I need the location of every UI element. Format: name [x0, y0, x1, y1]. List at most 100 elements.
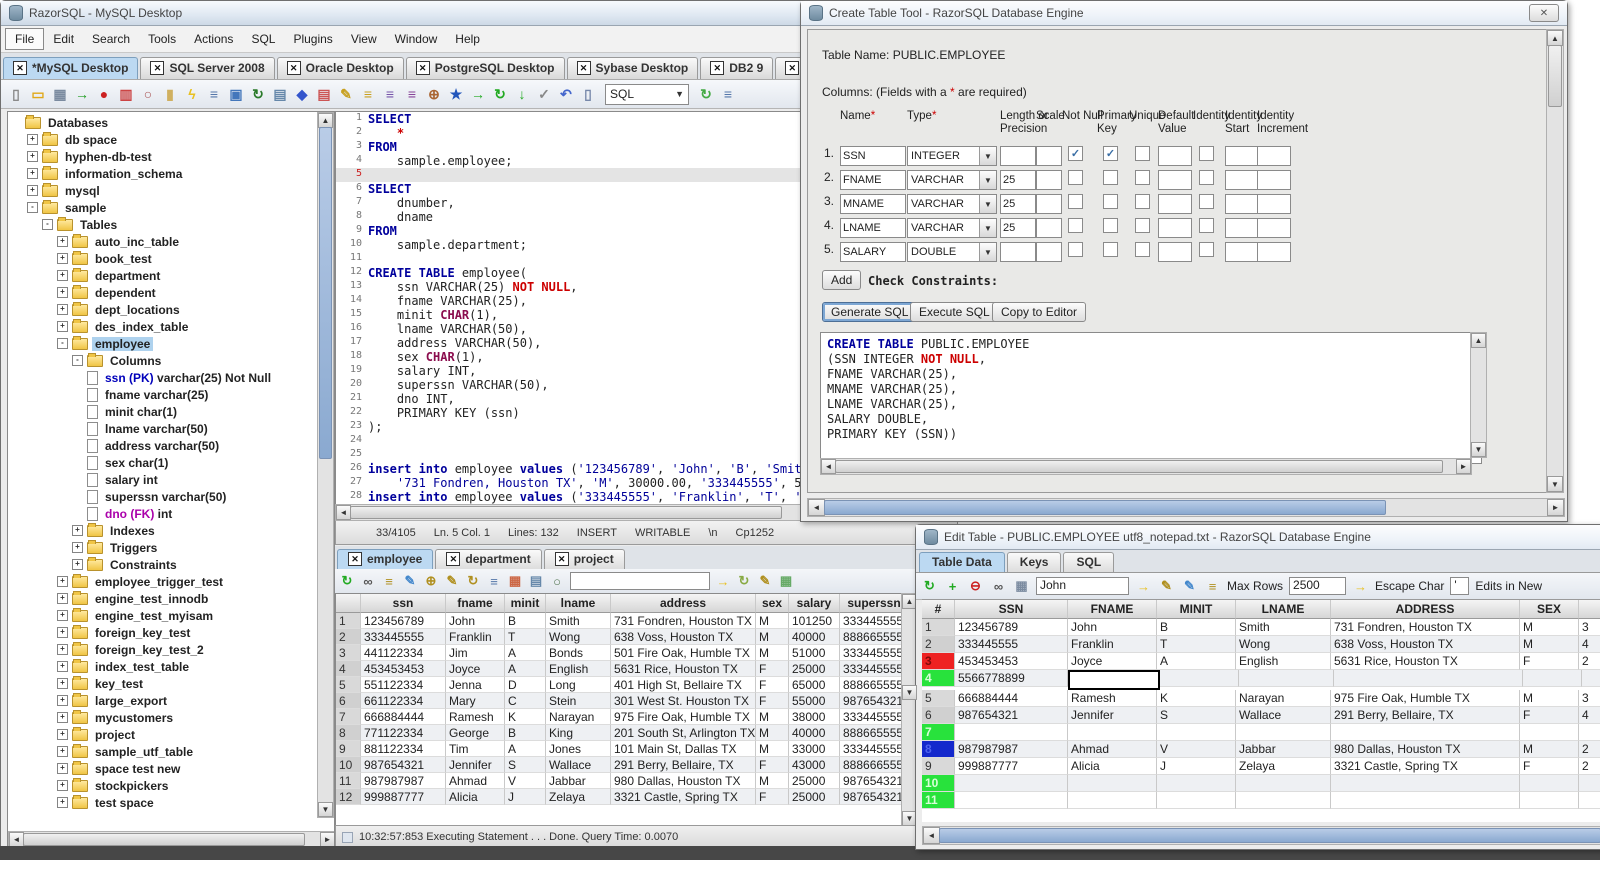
data-cell[interactable] [1157, 792, 1236, 809]
data-cell[interactable]: 987654321 [361, 757, 446, 773]
data-cell[interactable]: 65000 [789, 677, 840, 693]
data-cell[interactable]: Jones [546, 741, 611, 757]
data-cell[interactable]: 987654321 [840, 789, 902, 805]
tree-item-information-schema[interactable]: + information_schema [12, 165, 334, 182]
row-number-cell[interactable]: 2 [922, 636, 955, 653]
generate-keys-icon[interactable]: ✎ [444, 573, 460, 589]
scale-input[interactable] [1036, 146, 1062, 166]
refresh-document-icon[interactable]: ↻ [249, 85, 267, 103]
tree-item-dept-locations[interactable]: + dept_locations [12, 301, 334, 318]
identity-checkbox[interactable] [1199, 242, 1214, 257]
data-cell[interactable]: 987654321 [955, 707, 1068, 724]
menu-window[interactable]: Window [386, 29, 447, 49]
data-cell[interactable]: 2 [1579, 758, 1600, 775]
column-header-SEX[interactable]: SEX [1520, 600, 1579, 619]
table-key-icon[interactable]: ⊕ [425, 85, 443, 103]
data-cell[interactable]: 881122334 [361, 741, 446, 757]
row-number-cell[interactable]: 5 [336, 677, 361, 693]
data-cell[interactable]: Wallace [546, 757, 611, 773]
primary-key-checkbox[interactable] [1103, 242, 1118, 257]
data-cell[interactable] [1160, 670, 1239, 687]
scale-input[interactable] [1036, 242, 1062, 262]
menu-actions[interactable]: Actions [185, 29, 242, 49]
edit-tab-sql[interactable]: SQL [1063, 552, 1115, 572]
close-tab-icon[interactable]: ✕ [710, 61, 725, 75]
data-cell[interactable]: K [1157, 690, 1236, 707]
data-cell[interactable]: 638 Voss, Houston TX [611, 629, 756, 645]
expander-plus-icon[interactable]: + [57, 287, 68, 298]
data-cell[interactable]: English [1236, 653, 1331, 670]
generate-sql-icon[interactable]: ϟ [183, 85, 201, 103]
menu-plugins[interactable]: Plugins [284, 29, 341, 49]
row-number-cell[interactable]: 6 [336, 693, 361, 709]
menu-edit[interactable]: Edit [44, 29, 83, 49]
expander-plus-icon[interactable]: + [57, 236, 68, 247]
row-number-cell[interactable]: 4 [922, 670, 955, 687]
not-null-checkbox[interactable]: ✓ [1068, 146, 1083, 161]
tree-item-engine-test-innodb[interactable]: + engine_test_innodb [12, 590, 334, 607]
tree-item-employee[interactable]: - employee [12, 335, 334, 352]
data-cell[interactable]: 291 Berry, Bellaire, TX [611, 757, 756, 773]
data-cell[interactable]: 987654321 [840, 773, 902, 789]
data-cell[interactable]: 333445555 [840, 645, 902, 661]
data-cell[interactable]: 975 Fire Oak, Humble TX [1331, 690, 1520, 707]
data-cell[interactable]: 980 Dallas, Houston TX [1331, 741, 1520, 758]
tree-item-space-test-new[interactable]: + space test new [12, 760, 334, 777]
refresh-cycle-icon[interactable]: ↻ [491, 85, 509, 103]
close-tab-icon[interactable]: ✕ [415, 61, 430, 75]
edit-search-input[interactable]: John [1036, 577, 1129, 595]
data-cell[interactable]: 25000 [789, 661, 840, 677]
data-cell[interactable]: M [1520, 619, 1579, 636]
edit-window-scroll-corner[interactable]: ▼ [902, 685, 917, 700]
filter-icon[interactable]: ≡ [381, 85, 399, 103]
expander-minus-icon[interactable]: - [27, 202, 38, 213]
row-number-cell[interactable]: 7 [336, 709, 361, 725]
column-header-sex[interactable]: sex [756, 594, 789, 613]
data-cell[interactable]: M [756, 613, 789, 629]
column-header-lname[interactable]: lname [546, 594, 611, 613]
scale-input[interactable] [1036, 194, 1062, 214]
row-number-cell[interactable]: 2 [336, 629, 361, 645]
disconnect-icon[interactable]: ● [95, 85, 113, 103]
data-cell[interactable]: 40000 [789, 725, 840, 741]
data-cell[interactable] [1579, 792, 1600, 809]
sql-preview-vertical-scrollbar[interactable]: ▲ ▼ [1470, 332, 1487, 458]
save-icon[interactable]: ▦ [51, 85, 69, 103]
table-data-icon[interactable]: ▤ [315, 85, 333, 103]
dialog-horizontal-scrollbar[interactable]: ◄ ► [807, 498, 1565, 517]
identity-start-input[interactable] [1225, 146, 1259, 166]
expander-plus-icon[interactable]: + [57, 780, 68, 791]
copy-document-icon[interactable]: ▤ [271, 85, 289, 103]
data-cell[interactable] [1068, 724, 1157, 741]
escape-char-input[interactable]: ' [1450, 577, 1470, 595]
row-number-cell[interactable]: 10 [922, 775, 955, 792]
data-cell[interactable]: 638 Voss, Houston TX [1331, 636, 1520, 653]
close-tab-icon[interactable]: ✕ [554, 552, 569, 566]
execute-sql-button[interactable]: Execute SQL [910, 302, 999, 322]
data-cell[interactable]: 333445555 [840, 613, 902, 629]
close-tab-icon[interactable]: ✕ [446, 552, 461, 566]
properties-list-icon[interactable]: ≡ [205, 85, 223, 103]
tree-item-key-test[interactable]: + key_test [12, 675, 334, 692]
data-cell[interactable]: 123456789 [361, 613, 446, 629]
close-icon[interactable]: ✕ [1529, 4, 1559, 22]
primary-key-checkbox[interactable] [1103, 170, 1118, 185]
unique-checkbox[interactable] [1135, 170, 1150, 185]
data-cell[interactable]: 43000 [789, 757, 840, 773]
connection-tab-sybase-desktop[interactable]: ✕ Sybase Desktop [566, 57, 699, 79]
column-header-minit[interactable]: minit [505, 594, 546, 613]
expander-plus-icon[interactable]: + [57, 729, 68, 740]
row-number-cell[interactable]: 5 [922, 690, 955, 707]
default-value-input[interactable] [1158, 194, 1192, 214]
data-cell[interactable]: George [446, 725, 505, 741]
data-cell[interactable]: F [756, 677, 789, 693]
align-lines-icon[interactable]: ≡ [359, 85, 377, 103]
data-cell[interactable]: 291 Berry, Bellaire, TX [1331, 707, 1520, 724]
menu-sql[interactable]: SQL [242, 29, 284, 49]
data-cell[interactable]: S [505, 757, 546, 773]
menu-search[interactable]: Search [83, 29, 139, 49]
data-cell[interactable] [1579, 724, 1600, 741]
data-cell[interactable]: 453453453 [361, 661, 446, 677]
default-value-input[interactable] [1158, 218, 1192, 238]
results-tab-department[interactable]: ✕ department [435, 549, 542, 569]
